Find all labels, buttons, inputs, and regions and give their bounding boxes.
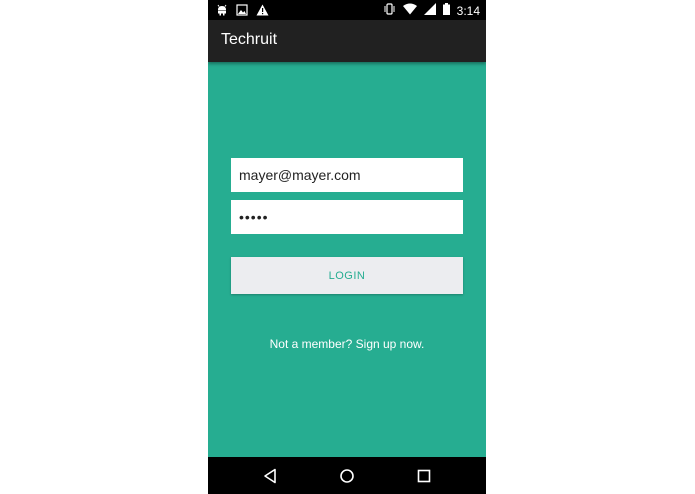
- recents-icon[interactable]: [414, 466, 434, 486]
- password-field[interactable]: [231, 200, 463, 234]
- notification-icons: [216, 3, 269, 21]
- app-title: Techruit: [221, 31, 278, 48]
- clock: 3:14: [456, 4, 480, 18]
- system-icons: 3:14: [383, 2, 480, 20]
- warning-icon: [256, 3, 269, 21]
- status-bar: 3:14: [208, 0, 486, 20]
- home-icon[interactable]: [337, 466, 357, 486]
- signal-icon: [423, 2, 436, 20]
- email-field[interactable]: [231, 158, 463, 192]
- login-button[interactable]: LOGIN: [231, 257, 463, 294]
- wifi-icon: [402, 2, 417, 20]
- image-icon: [236, 3, 248, 21]
- signup-link[interactable]: Not a member? Sign up now.: [208, 337, 486, 351]
- android-debug-icon: [216, 3, 228, 21]
- navigation-bar: [208, 457, 486, 494]
- back-icon[interactable]: [260, 466, 280, 486]
- phone-screen: 3:14 Techruit LOGIN Not a member? Sign u…: [208, 0, 486, 494]
- battery-icon: [442, 2, 450, 20]
- app-bar: Techruit: [208, 20, 486, 62]
- vibrate-icon: [383, 2, 396, 20]
